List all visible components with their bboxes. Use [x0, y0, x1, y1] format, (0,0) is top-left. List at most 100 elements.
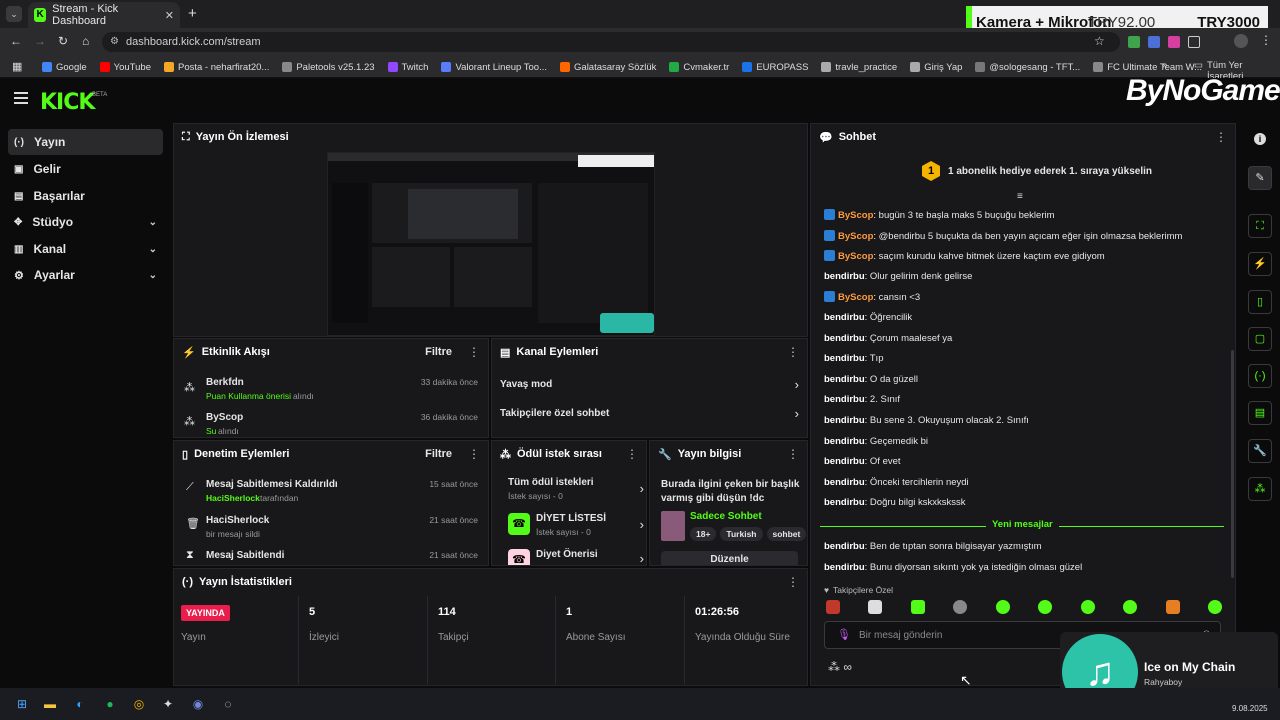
emote[interactable] — [995, 600, 1010, 614]
extension-icons[interactable] — [1128, 36, 1238, 50]
panel-menu-icon[interactable]: ⋮ — [468, 345, 480, 359]
kick-logo[interactable]: KICK — [40, 90, 95, 115]
chat-message[interactable]: bendirbu: Önceki tercihlerin neydi — [824, 477, 969, 488]
chat-message[interactable]: bendirbu: Doğru bilgi kskxkskssk — [824, 497, 965, 508]
chat-message[interactable]: bendirbu: Tıp — [824, 353, 883, 364]
emote[interactable] — [1080, 600, 1095, 614]
emote[interactable] — [953, 600, 968, 614]
panel-menu-icon[interactable]: ⋮ — [787, 447, 799, 461]
home-icon[interactable]: ⌂ — [82, 34, 89, 48]
chat-message[interactable]: bendirbu: Of evet — [824, 456, 901, 467]
more-bookmarks-icon[interactable]: » — [1162, 60, 1168, 71]
bookmark-item[interactable]: travle_practice — [821, 62, 897, 73]
back-icon[interactable]: ← — [10, 34, 22, 48]
hamburger-menu-icon[interactable] — [14, 92, 28, 104]
bookmark-item[interactable]: Twitch — [387, 62, 428, 73]
chat-username[interactable]: bendirbu — [824, 394, 865, 405]
preview-toggle-icon[interactable]: ⛶ — [1248, 214, 1272, 238]
lightning-toggle-icon[interactable]: ⚡ — [1248, 252, 1272, 276]
tab-list-button[interactable]: ⌄ — [6, 6, 22, 22]
panel-toggle-icon[interactable]: ▤ — [1248, 401, 1272, 425]
browser-tab[interactable]: K Stream - Kick Dashboard ✕ — [28, 2, 180, 28]
filter-button[interactable]: Filtre — [425, 346, 452, 358]
emote[interactable] — [1165, 600, 1180, 614]
bookmark-item[interactable]: Cvmaker.tr — [669, 62, 729, 73]
chat-username[interactable]: bendirbu — [824, 436, 865, 447]
edge-icon[interactable]: ◐ — [70, 694, 90, 714]
chat-username[interactable]: bendirbu — [824, 312, 865, 323]
chat-toggle-icon[interactable]: ▢ — [1248, 327, 1272, 351]
chat-username[interactable]: bendirbu — [824, 333, 865, 344]
chat-message[interactable]: bendirbu: 2. Sınıf — [824, 394, 900, 405]
sidebar-item-basarilar[interactable]: ▤ Başarılar — [8, 183, 163, 209]
emote[interactable] — [1123, 600, 1138, 614]
reward-item[interactable]: ☎ DİYET LİSTESİ İstek sayısı - 0 › — [492, 511, 646, 539]
chat-username[interactable]: ByScop — [838, 231, 873, 242]
bookmark-item[interactable]: Google — [42, 62, 87, 73]
file-explorer-icon[interactable]: ▬ — [40, 694, 60, 714]
chrome-icon[interactable]: ◎ — [129, 694, 149, 714]
chat-username[interactable]: bendirbu — [824, 497, 865, 508]
chat-username[interactable]: bendirbu — [824, 374, 865, 385]
chat-message[interactable]: bendirbu: Bu sene 3. Okuyuşum olacak 2. … — [824, 415, 1029, 426]
bookmark-item[interactable]: Galatasaray Sözlük — [560, 62, 656, 73]
chat-message[interactable]: ByScop: saçım kurudu kahve bitmek üzere … — [824, 250, 1105, 262]
reward-item[interactable]: Tüm ödül istekleri İstek sayısı - 0 › — [492, 475, 646, 503]
panel-menu-icon[interactable]: ⋮ — [787, 575, 799, 589]
info-icon[interactable]: i — [1254, 133, 1266, 145]
bookmark-item[interactable]: YouTube — [99, 62, 151, 73]
slow-mode-action[interactable]: Yavaş mod › — [492, 377, 807, 397]
reload-icon[interactable]: ↻ — [58, 34, 68, 48]
sidebar-item-kanal[interactable]: ▥ Kanal ⌄ — [8, 236, 163, 262]
rewards-toggle-icon[interactable]: ⁂ — [1248, 477, 1272, 501]
chat-username[interactable]: ByScop — [838, 292, 873, 303]
extension-icon[interactable] — [1168, 36, 1180, 48]
chat-message[interactable]: ByScop: cansın <3 — [824, 291, 920, 303]
chat-username[interactable]: ByScop — [838, 251, 873, 262]
broadcast-toggle-icon[interactable]: (·) — [1248, 364, 1272, 388]
bookmark-item[interactable]: FC Ultimate Team W... — [1093, 62, 1202, 73]
apps-grid-icon[interactable]: ▦ — [12, 60, 22, 73]
chat-message[interactable]: bendirbu: Öğrencilik — [824, 312, 912, 323]
tag[interactable]: 18+ — [690, 527, 717, 541]
stream-preview-video[interactable] — [327, 152, 655, 336]
reward-item[interactable]: ☎ Diyet Önerisi › — [492, 547, 646, 565]
wrench-toggle-icon[interactable]: 🔧 — [1248, 439, 1272, 463]
address-input[interactable]: dashboard.kick.com/stream — [102, 32, 1120, 52]
bookmark-item[interactable]: EUROPASS — [742, 62, 808, 73]
category-name[interactable]: Sadece Sohbet — [690, 511, 762, 522]
chat-username[interactable]: bendirbu — [824, 353, 865, 364]
chat-username[interactable]: bendirbu — [824, 562, 865, 573]
sidebar-item-ayarlar[interactable]: ⚙ Ayarlar ⌄ — [8, 262, 163, 288]
followers-only-action[interactable]: Takipçilere özel sohbet › — [492, 406, 807, 426]
chat-message[interactable]: bendirbu: O da güzell — [824, 374, 918, 385]
chat-message[interactable]: bendirbu: Olur gelirim denk gelirse — [824, 271, 972, 282]
panel-menu-icon[interactable]: ⋮ — [626, 447, 638, 461]
chat-username[interactable]: bendirbu — [824, 541, 865, 552]
chat-message[interactable]: ByScop: bugün 3 te başla maks 5 buçuğu b… — [824, 209, 1055, 221]
chat-message[interactable]: bendirbu: Bunu diyorsan sıkıntı yok ya i… — [824, 562, 1082, 573]
microphone-icon[interactable]: 🎙 — [837, 628, 851, 641]
menu-kebab-icon[interactable]: ⋮ — [1260, 33, 1272, 47]
chat-message[interactable]: bendirbu: Geçemedik bi — [824, 436, 928, 447]
chat-footer-icons[interactable]: ⁂ ∞ — [828, 660, 852, 674]
document-toggle-icon[interactable]: ▯ — [1248, 290, 1272, 314]
sidebar-item-gelir[interactable]: ▣ Gelir — [8, 156, 163, 182]
windows-start-icon[interactable]: ⊞ — [12, 694, 32, 714]
chat-message[interactable]: bendirbu: Ben de tıptan sonra bilgisayar… — [824, 541, 1042, 552]
edit-layout-icon[interactable]: ✎ — [1248, 166, 1272, 190]
bookmark-item[interactable]: Posta - neharfirat20... — [163, 62, 269, 73]
emote[interactable] — [868, 600, 883, 614]
chat-message[interactable]: ByScop: @bendirbu 5 buçukta da ben yayın… — [824, 229, 1182, 242]
bookmark-item[interactable]: Valorant Lineup Too... — [441, 62, 547, 73]
bookmark-item[interactable]: Giriş Yap — [910, 62, 962, 73]
chat-username[interactable]: bendirbu — [824, 477, 865, 488]
pinned-expand-icon[interactable]: ≡ — [1017, 191, 1023, 202]
panel-menu-icon[interactable]: ⋮ — [468, 447, 480, 461]
new-tab-button[interactable]: + — [188, 5, 197, 22]
chat-message[interactable]: bendirbu: Çorum maalesef ya — [824, 333, 952, 344]
chat-username[interactable]: ByScop — [838, 210, 873, 221]
tag[interactable]: sohbet — [766, 527, 807, 541]
panel-menu-icon[interactable]: ⋮ — [787, 345, 799, 359]
tag[interactable]: Turkish — [720, 527, 763, 541]
